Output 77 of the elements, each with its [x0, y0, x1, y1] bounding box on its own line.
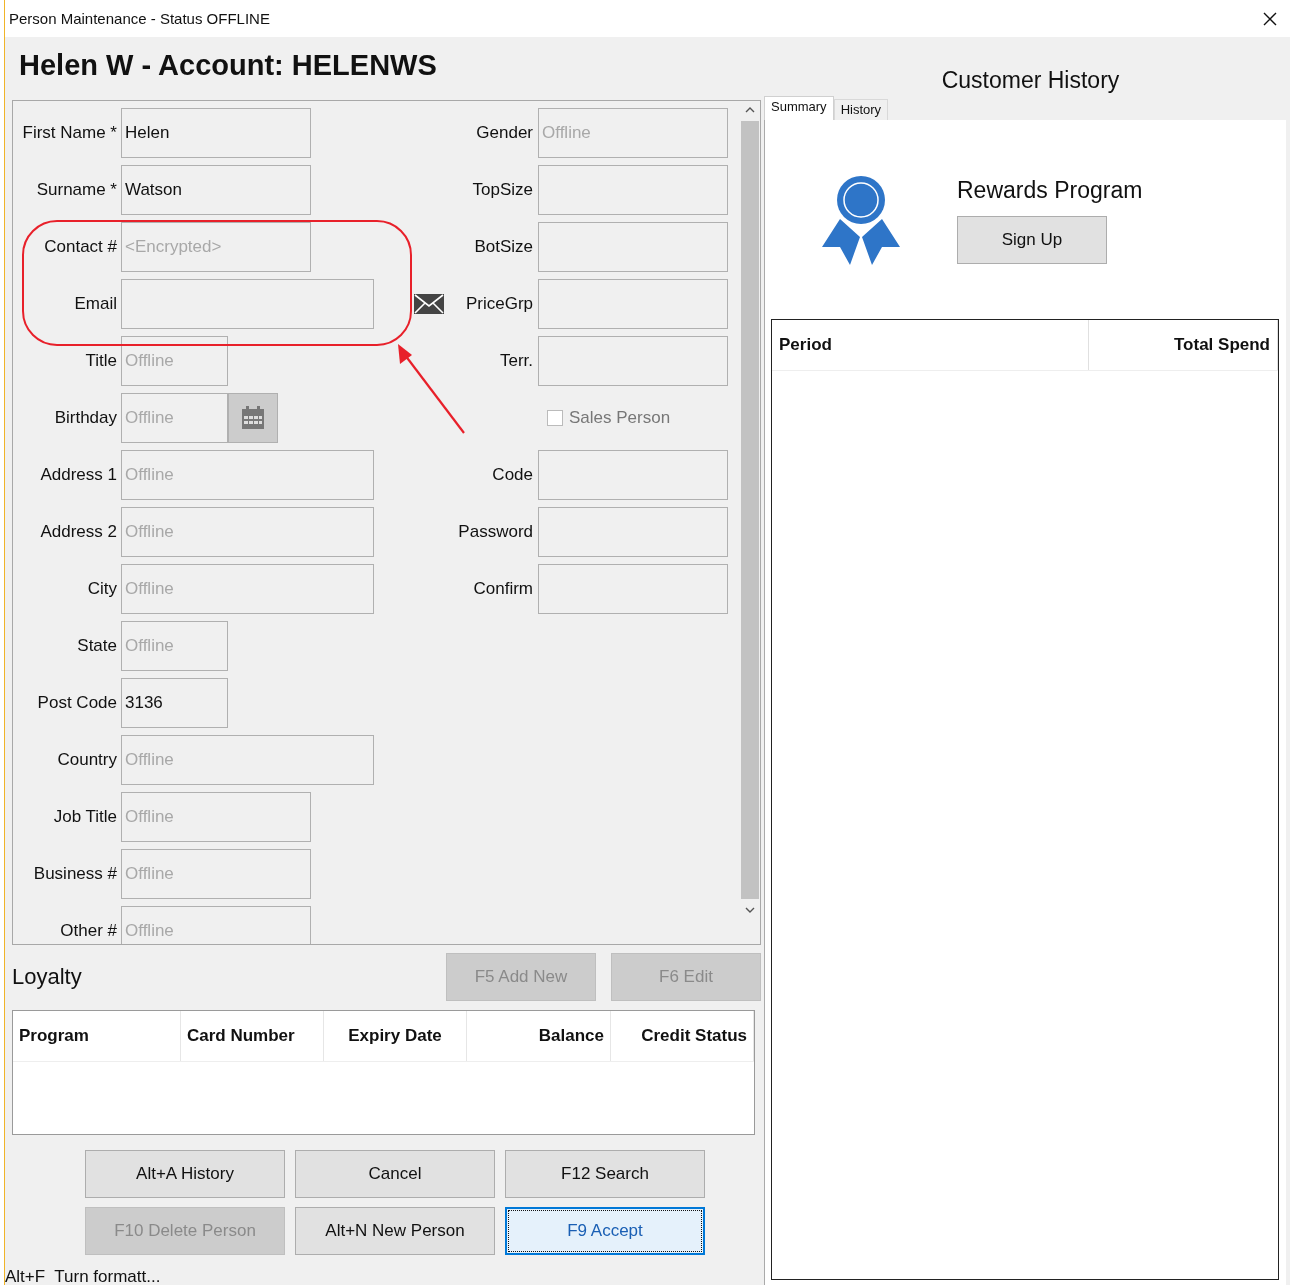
field-label: Birthday — [53, 408, 117, 428]
field-label: Other # — [59, 921, 117, 941]
scrollbar-thumb[interactable] — [741, 121, 759, 899]
status-text: Alt+F Turn formatt... — [5, 1267, 162, 1285]
input-field[interactable]: Offline — [121, 849, 311, 899]
field-label: Email — [73, 294, 117, 314]
calendar-icon — [241, 406, 265, 430]
input-field[interactable]: Offline — [121, 735, 374, 785]
field-label: Address 2 — [39, 522, 117, 542]
input-field[interactable]: Offline — [121, 906, 311, 944]
column-header[interactable]: Period — [772, 320, 1089, 370]
input-field[interactable]: Offline — [121, 336, 228, 386]
input-field[interactable]: Offline — [538, 108, 728, 158]
column-header[interactable]: Credit Status — [611, 1011, 754, 1061]
input-field[interactable] — [538, 279, 728, 329]
field-label: Terr. — [498, 351, 533, 371]
column-header[interactable]: Program — [13, 1011, 181, 1061]
action-button[interactable]: Alt+N New Person — [295, 1207, 495, 1255]
field-label: Gender — [475, 123, 533, 143]
field-label: Code — [491, 465, 533, 485]
action-button[interactable]: Cancel — [295, 1150, 495, 1198]
section-title: Customer History — [940, 66, 1121, 95]
action-button[interactable]: F9 Accept — [505, 1207, 705, 1255]
input-field[interactable] — [538, 564, 728, 614]
column-header[interactable]: Balance — [467, 1011, 611, 1061]
tab[interactable]: Summary — [764, 96, 834, 120]
section-title: Loyalty — [12, 964, 82, 990]
column-header[interactable]: Card Number — [181, 1011, 324, 1061]
field-label: TopSize — [471, 180, 533, 200]
input-field[interactable] — [538, 336, 728, 386]
input-field[interactable]: Offline — [121, 621, 228, 671]
input-field[interactable] — [538, 165, 728, 215]
column-header[interactable]: Expiry Date — [324, 1011, 467, 1061]
input-field[interactable]: Offline — [121, 450, 374, 500]
input-field[interactable]: 3136 — [121, 678, 228, 728]
input-field[interactable]: Watson — [121, 165, 311, 215]
award-ribbon-icon — [822, 175, 900, 265]
input-field[interactable]: Offline — [121, 507, 374, 557]
input-field[interactable] — [538, 507, 728, 557]
rewards-title: Rewards Program — [957, 177, 1143, 204]
input-field[interactable]: Offline — [121, 564, 374, 614]
field-label: Password — [457, 522, 533, 542]
checkbox[interactable] — [547, 410, 563, 426]
field-label: Job Title — [52, 807, 117, 827]
field-label: Title — [84, 351, 117, 371]
input-field[interactable]: Offline — [121, 792, 311, 842]
scroll-down-icon[interactable] — [745, 907, 755, 913]
close-icon[interactable] — [1263, 11, 1277, 26]
account-heading: Helen W - Account: HELENWS — [18, 48, 438, 83]
calendar-button[interactable] — [228, 393, 278, 443]
checkbox-label: Sales Person — [569, 408, 671, 428]
action-button[interactable]: Alt+A History — [85, 1150, 285, 1198]
field-label: State — [76, 636, 117, 656]
field-label: PriceGrp — [464, 294, 533, 314]
field-label: Country — [56, 750, 117, 770]
field-label: Contact # — [43, 237, 117, 257]
column-header[interactable]: Total Spend — [1089, 320, 1278, 370]
sign-up-button[interactable]: Sign Up — [957, 216, 1107, 264]
input-field[interactable]: Offline — [121, 393, 228, 443]
scroll-up-icon[interactable] — [745, 107, 755, 113]
window-title: Person Maintenance - Status OFFLINE — [9, 10, 270, 27]
field-label: Post Code — [36, 693, 117, 713]
field-label: BotSize — [473, 237, 533, 257]
field-label: Surname * — [35, 180, 117, 200]
field-label: City — [86, 579, 117, 599]
input-field[interactable]: Helen — [121, 108, 311, 158]
envelope-icon[interactable] — [414, 294, 444, 314]
input-field[interactable] — [538, 450, 728, 500]
input-field[interactable]: <Encrypted> — [121, 222, 311, 272]
tab[interactable]: History — [833, 99, 889, 120]
action-button[interactable]: F12 Search — [505, 1150, 705, 1198]
field-label: Business # — [32, 864, 117, 884]
input-field[interactable] — [121, 279, 374, 329]
field-label: Address 1 — [39, 465, 117, 485]
input-field[interactable] — [538, 222, 728, 272]
field-label: First Name * — [21, 123, 117, 143]
field-label: Confirm — [472, 579, 533, 599]
